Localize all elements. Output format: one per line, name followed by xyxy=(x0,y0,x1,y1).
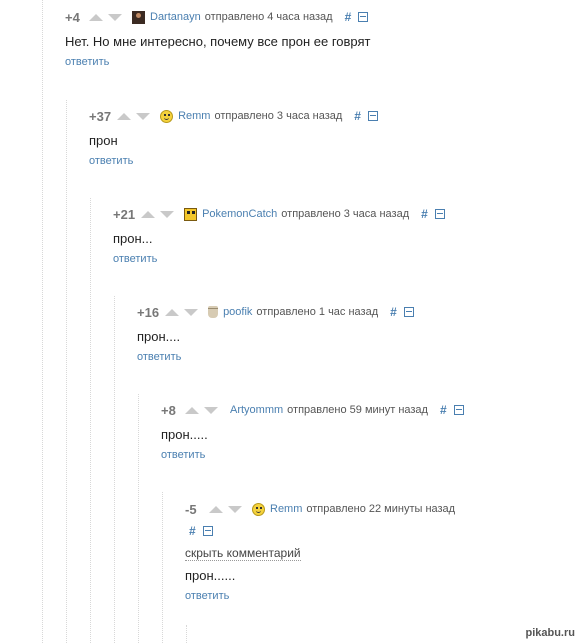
reply-link[interactable]: ответить xyxy=(185,590,229,602)
collapse-icon[interactable] xyxy=(358,12,369,22)
comment-text: прон...... xyxy=(185,568,236,583)
comment-text: прон... xyxy=(113,231,153,246)
comment-author[interactable]: poofik xyxy=(223,306,252,318)
comment: +4 Dartanayn отправлено 4 часа назад # Н… xyxy=(65,9,371,70)
thread-line xyxy=(162,492,163,643)
avatar[interactable] xyxy=(208,306,219,318)
comment: +16 poofik отправлено 1 час назад # прон… xyxy=(137,304,414,365)
avatar[interactable] xyxy=(132,10,145,24)
watermark: pikabu.ru xyxy=(525,627,575,639)
thread-line xyxy=(186,625,187,643)
comment-time: отправлено 1 час назад xyxy=(256,306,379,318)
comment-time: отправлено 59 минут назад xyxy=(287,404,428,416)
downvote-icon[interactable] xyxy=(204,406,218,414)
comment-text: прон..... xyxy=(161,427,208,442)
thread-line xyxy=(66,100,67,643)
comment-rating: +16 xyxy=(137,304,160,320)
comment-time: отправлено 3 часа назад xyxy=(214,110,343,122)
comment-actions: # xyxy=(185,524,455,538)
comment-permalink[interactable]: # xyxy=(440,403,447,417)
thread-line xyxy=(42,0,43,643)
upvote-icon[interactable] xyxy=(141,210,156,218)
collapse-icon[interactable] xyxy=(403,307,414,317)
thread-line xyxy=(114,296,115,643)
comment-author[interactable]: Remm xyxy=(178,110,210,122)
collapse-icon[interactable] xyxy=(434,209,445,219)
comment-header: -5 Remm отправлено 22 минуты назад xyxy=(185,501,455,517)
avatar[interactable] xyxy=(252,502,265,516)
upvote-icon[interactable] xyxy=(165,308,180,316)
comment-author[interactable]: Dartanayn xyxy=(150,11,201,23)
collapse-icon[interactable] xyxy=(453,405,464,415)
reply-link[interactable]: ответить xyxy=(137,351,181,363)
avatar[interactable] xyxy=(160,109,174,123)
comment-rating: -5 xyxy=(185,501,197,517)
comment-text: прон xyxy=(89,133,118,148)
comment-text: прон.... xyxy=(137,329,181,344)
thread-line xyxy=(90,198,91,643)
comment-header: +21 PokemonCatch отправлено 3 часа назад… xyxy=(113,206,445,222)
reply-link[interactable]: ответить xyxy=(89,155,133,167)
comment-text: Нет. Но мне интересно, почему все прон е… xyxy=(65,34,371,49)
reply-link[interactable]: ответить xyxy=(161,449,205,461)
hide-comment-link[interactable]: скрыть комментарий xyxy=(185,546,301,561)
comment-author[interactable]: Remm xyxy=(270,503,302,515)
comment-author[interactable]: Artyommm xyxy=(230,404,283,416)
comment-header: +37 Remm отправлено 3 часа назад # xyxy=(89,108,378,124)
comment-permalink[interactable]: # xyxy=(390,305,397,319)
downvote-icon[interactable] xyxy=(184,308,199,316)
comment-time: отправлено 22 минуты назад xyxy=(306,503,456,515)
comment-rating: +37 xyxy=(89,108,112,124)
comment: +37 Remm отправлено 3 часа назад # прон … xyxy=(89,108,378,169)
thread-line xyxy=(138,394,139,643)
comment-rating: +21 xyxy=(113,206,136,222)
comment: +8 Artyommm отправлено 59 минут назад # … xyxy=(161,402,464,463)
comment-time: отправлено 4 часа назад xyxy=(204,11,333,23)
collapse-icon[interactable] xyxy=(202,526,213,536)
avatar[interactable] xyxy=(184,207,198,221)
comment-rating: +4 xyxy=(65,9,80,25)
comment: +21 PokemonCatch отправлено 3 часа назад… xyxy=(113,206,445,267)
reply-link[interactable]: ответить xyxy=(113,253,157,265)
comment-author[interactable]: PokemonCatch xyxy=(202,208,277,220)
comment-permalink[interactable]: # xyxy=(345,10,352,24)
comment-header: +8 Artyommm отправлено 59 минут назад # xyxy=(161,402,464,418)
comment-permalink[interactable]: # xyxy=(421,207,428,221)
upvote-icon[interactable] xyxy=(89,13,103,21)
downvote-icon[interactable] xyxy=(160,210,175,218)
comment-time: отправлено 3 часа назад xyxy=(281,208,410,220)
upvote-icon[interactable] xyxy=(209,505,223,513)
comment-permalink[interactable]: # xyxy=(354,109,361,123)
downvote-icon[interactable] xyxy=(136,112,151,120)
upvote-icon[interactable] xyxy=(185,406,199,414)
reply-link[interactable]: ответить xyxy=(65,56,109,68)
comment-permalink[interactable]: # xyxy=(189,524,196,538)
downvote-icon[interactable] xyxy=(228,505,242,513)
comment-header: +4 Dartanayn отправлено 4 часа назад # xyxy=(65,9,371,25)
comment-header: +16 poofik отправлено 1 час назад # xyxy=(137,304,414,320)
comment-rating: +8 xyxy=(161,402,176,418)
comment: -5 Remm отправлено 22 минуты назад # скр… xyxy=(185,501,455,604)
collapse-icon[interactable] xyxy=(367,111,378,121)
downvote-icon[interactable] xyxy=(108,13,122,21)
upvote-icon[interactable] xyxy=(117,112,132,120)
